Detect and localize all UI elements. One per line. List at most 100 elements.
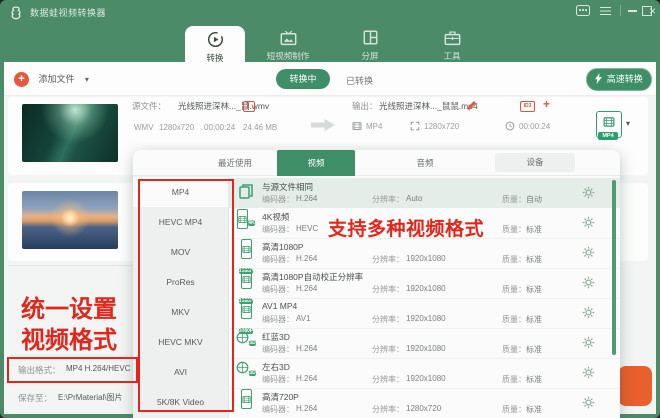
menu-icon[interactable] xyxy=(600,6,611,9)
id3-tag-icon[interactable]: ID3 xyxy=(520,101,535,112)
output-format: MP4 xyxy=(366,122,383,131)
resolution-value: 1920x1080 xyxy=(406,374,446,383)
panel-scrollbar[interactable] xyxy=(612,180,616,355)
preset-row-same-as-source[interactable]: 与源文件相同 编码器： H.264 分辨率： Auto 质量： 自动 xyxy=(228,178,620,208)
source-thumbnail xyxy=(22,104,118,162)
tab-split-screen[interactable]: 分屏 xyxy=(340,29,400,62)
lightning-icon xyxy=(595,73,602,84)
convert-arrow-icon xyxy=(311,119,335,131)
output-duration: 00:00:24 xyxy=(519,122,551,131)
encoder-label: 编码器： xyxy=(262,255,294,264)
encoder-label: 编码器： xyxy=(262,225,294,234)
output-format-badge[interactable]: MP4 xyxy=(596,111,622,140)
preset-settings-gear-icon[interactable] xyxy=(582,276,595,289)
minimize-button[interactable] xyxy=(628,5,637,12)
encoder-label: 编码器： xyxy=(262,195,294,204)
encoder-value: H.264 xyxy=(296,344,318,353)
resolution-value: 1920x1080 xyxy=(406,254,446,263)
preset-settings-gear-icon[interactable] xyxy=(582,396,595,409)
preset-settings-gear-icon[interactable] xyxy=(582,186,595,199)
panel-tab-audio[interactable]: 音频 xyxy=(385,150,465,176)
split-screen-icon xyxy=(363,30,378,45)
panel-tab-recent[interactable]: 最近使用 xyxy=(193,150,277,176)
preset-row-1080p-autocorrect[interactable]: 1080P 高清1080P自动校正分辨率 编码器： H.264 分辨率： 192… xyxy=(228,268,620,304)
panel-tab-device[interactable]: 设备 xyxy=(495,153,575,172)
tab-tools[interactable]: 工具 xyxy=(422,29,482,62)
encoder-value: HEVC xyxy=(296,224,319,233)
source-format: WMV xyxy=(134,123,154,132)
feedback-icon[interactable] xyxy=(576,5,590,16)
annotation-box-output-format xyxy=(7,357,138,383)
panel-tab-audio-label: 音频 xyxy=(416,158,434,168)
preset-name: 与源文件相同 xyxy=(262,182,314,192)
titlebar: 数据蛙视频转换器 × xyxy=(0,0,660,22)
encoder-value: H.264 xyxy=(296,284,318,293)
add-file-button[interactable]: + 添加文件 ▾ xyxy=(14,69,89,87)
resolution-value: 1920x1080 xyxy=(406,284,446,293)
quality-value: 标准 xyxy=(526,345,542,354)
tab-split-screen-label: 分屏 xyxy=(361,51,379,61)
preset-row-av1-mp4[interactable]: 1080P AV1 MP4 编码器： AV1 分辨率： 1920x1080 质量… xyxy=(228,298,620,334)
preset-name: 4K视频 xyxy=(262,212,290,222)
close-button[interactable]: × xyxy=(649,5,656,17)
preset-row-anaglyph-3d[interactable]: 3D 红蓝3D 编码器： H.264 分辨率： 1920x1080 质量： 标准 xyxy=(228,328,620,359)
preset-name: 左右3D xyxy=(262,362,290,372)
preset-settings-gear-icon[interactable] xyxy=(582,216,595,229)
source-size: 24.46 MB xyxy=(243,123,278,132)
resolution-value: 1920x1080 xyxy=(406,314,446,323)
annotation-line2: 视频格式 xyxy=(21,327,117,354)
resolution-value: 1280x720 xyxy=(406,404,442,413)
quality-value: 自动 xyxy=(526,195,542,204)
output-film-icon xyxy=(352,121,362,131)
preset-settings-gear-icon[interactable] xyxy=(582,336,595,349)
resolution-label: 分辨率： xyxy=(372,285,404,294)
quality-label: 质量： xyxy=(502,345,526,354)
duration-clock-icon xyxy=(505,121,515,131)
source-info-icon[interactable]: ▌ xyxy=(243,101,255,112)
source-duration: 00:00:24 xyxy=(204,123,236,132)
tab-converted[interactable]: 已转换 xyxy=(346,74,373,87)
preset-row-720p[interactable]: 720P 高清720P 编码器： H.264 分辨率： 1280x720 质量：… xyxy=(228,388,620,418)
quality-label: 质量： xyxy=(502,225,526,234)
quality-label: 质量： xyxy=(502,405,526,414)
add-file-label: 添加文件 xyxy=(38,74,75,84)
preset-row-sbs-3d[interactable]: 3D 左右3D 编码器： H.264 分辨率： 1920x1080 质量： 标准 xyxy=(228,358,620,389)
format-caret-icon[interactable]: ▾ xyxy=(626,119,630,128)
resolution-label: 分辨率： xyxy=(372,405,404,414)
encoder-value: H.264 xyxy=(296,194,318,203)
resolution-label: 分辨率： xyxy=(372,255,404,264)
toolbox-icon xyxy=(444,30,461,46)
annotation-unified-setting: 统一设置 视频格式 xyxy=(10,294,128,356)
preset-settings-gear-icon[interactable] xyxy=(582,246,595,259)
add-effect-icon[interactable]: + xyxy=(543,97,550,111)
toolbar xyxy=(4,62,656,96)
tab-converting[interactable]: 转换中 xyxy=(276,69,330,89)
preset-name: 高清1080P自动校正分辨率 xyxy=(262,272,364,282)
panel-tab-video[interactable]: 视频 xyxy=(277,150,355,176)
resolution-label: 分辨率： xyxy=(372,315,404,324)
source-resolution: 1280x720 xyxy=(159,123,195,132)
encoder-label: 编码器： xyxy=(262,345,294,354)
tab-converted-label: 已转换 xyxy=(346,76,374,86)
annotation-multi-format: 支持多种视频格式 xyxy=(328,219,485,240)
encoder-label: 编码器： xyxy=(262,405,294,414)
fast-convert-button[interactable]: 高速转换 xyxy=(586,68,652,91)
tab-short-video[interactable]: 短视频制作 xyxy=(258,29,318,62)
annotation-box-format-list xyxy=(138,179,234,412)
preset-settings-gear-icon[interactable] xyxy=(582,306,595,319)
quality-value: 标准 xyxy=(526,285,542,294)
encoder-label: 编码器： xyxy=(262,285,294,294)
quality-value: 标准 xyxy=(526,255,542,264)
rename-pencil-icon[interactable] xyxy=(466,100,477,111)
tv-icon xyxy=(280,30,297,46)
convert-all-button[interactable] xyxy=(618,366,652,406)
tab-convert[interactable]: 转换 xyxy=(185,26,245,67)
app-window: 数据蛙视频转换器 × 转换 短视频制作 分屏 工具 + 添加文件 ▾ 转换中 已… xyxy=(0,0,660,418)
preset-row-1080p[interactable]: 1080P 高清1080P 编码器： H.264 分辨率： 1920x1080 … xyxy=(228,238,620,274)
panel-tab-recent-label: 最近使用 xyxy=(217,158,252,168)
save-location-path[interactable]: E:\PrMaterial\图片 xyxy=(58,392,136,403)
encoder-value: H.264 xyxy=(296,374,318,383)
preset-settings-gear-icon[interactable] xyxy=(582,366,595,379)
app-title: 数据蛙视频转换器 xyxy=(30,8,107,18)
encoder-label: 编码器： xyxy=(262,315,294,324)
